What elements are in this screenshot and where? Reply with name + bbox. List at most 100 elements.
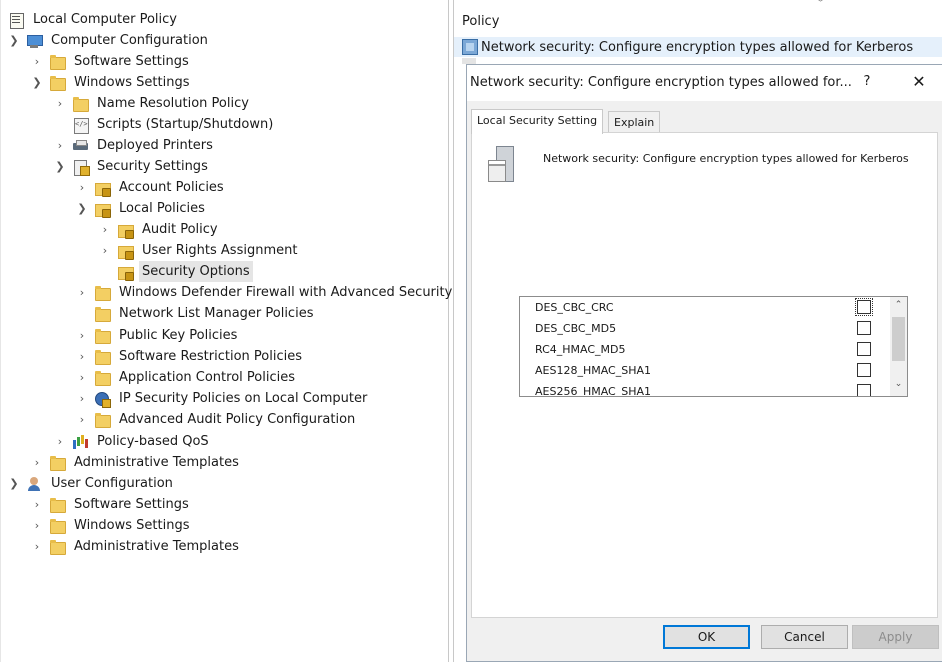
- tree-node-windows-settings[interactable]: ❯ Windows Settings: [31, 72, 192, 93]
- ok-button[interactable]: OK: [663, 625, 750, 649]
- chevron-down-icon[interactable]: ❯: [76, 198, 88, 219]
- tree-node-account-policies[interactable]: › Account Policies: [76, 177, 227, 198]
- tree-node-label: User Rights Assignment: [142, 243, 298, 258]
- console-tree: Local Computer Policy ❯ Computer Configu…: [0, 0, 452, 662]
- list-item-label: AES128_HMAC_SHA1: [535, 364, 652, 377]
- tree-node-label: Account Policies: [119, 180, 224, 195]
- chevron-right-icon[interactable]: ›: [99, 219, 111, 240]
- encryption-types-list[interactable]: DES_CBC_CRC DES_CBC_MD5 RC4_HMAC_MD5 AES…: [519, 296, 908, 397]
- chevron-right-icon[interactable]: ›: [76, 282, 88, 303]
- checkbox-des-cbc-crc[interactable]: [855, 298, 873, 316]
- chevron-right-icon[interactable]: ›: [76, 325, 88, 346]
- tab-local-security-setting[interactable]: Local Security Setting: [471, 109, 604, 134]
- locked-folder-icon: [117, 264, 134, 281]
- close-icon[interactable]: ✕: [909, 72, 929, 92]
- tree-node-label: Policy-based QoS: [97, 434, 209, 449]
- column-header-policy: Policy: [462, 14, 500, 29]
- chevron-right-icon[interactable]: ›: [31, 51, 43, 72]
- checkbox-aes256-hmac-sha1[interactable]: [857, 384, 871, 396]
- scroll-down-icon[interactable]: ⌄: [890, 376, 907, 393]
- scroll-up-icon[interactable]: ⌃: [890, 297, 907, 314]
- tree-node-label: Windows Defender Firewall with Advanced …: [119, 285, 453, 300]
- chevron-down-icon[interactable]: ❯: [54, 156, 66, 177]
- checkbox-des-cbc-md5[interactable]: [857, 321, 871, 335]
- bar-chart-icon: [72, 434, 89, 450]
- tree-node-software-restriction[interactable]: › Software Restriction Policies: [76, 346, 305, 367]
- checkbox-aes128-hmac-sha1[interactable]: [857, 363, 871, 377]
- folder-icon: [94, 328, 111, 344]
- chevron-down-icon[interactable]: ❯: [8, 473, 20, 494]
- folder-icon: [49, 518, 66, 534]
- tree-node-security-options[interactable]: Security Options: [99, 261, 253, 282]
- chevron-right-icon[interactable]: ›: [54, 93, 66, 114]
- chevron-down-icon[interactable]: ❯: [31, 72, 43, 93]
- tree-node-advanced-audit[interactable]: › Advanced Audit Policy Configuration: [76, 409, 358, 430]
- tree-node-network-list-manager[interactable]: Network List Manager Policies: [76, 303, 316, 324]
- tree-node-label: Deployed Printers: [97, 138, 213, 153]
- chevron-right-icon[interactable]: ›: [31, 494, 43, 515]
- computer-icon: [26, 33, 43, 49]
- tree-node-administrative-templates[interactable]: › Administrative Templates: [31, 452, 242, 473]
- tree-node-deployed-printers[interactable]: › Deployed Printers: [54, 135, 216, 156]
- tree-node-label: Security Settings: [97, 159, 208, 174]
- folder-icon: [49, 539, 66, 555]
- chevron-right-icon[interactable]: ›: [76, 367, 88, 388]
- column-header[interactable]: ﹀ Policy: [454, 0, 942, 35]
- tree-node-user-windows-settings[interactable]: › Windows Settings: [31, 515, 192, 536]
- tree-node-label: Administrative Templates: [74, 539, 239, 554]
- tree-node-label: Software Settings: [74, 54, 189, 69]
- chevron-right-icon[interactable]: ›: [76, 346, 88, 367]
- chevron-right-icon[interactable]: ›: [31, 452, 43, 473]
- chevron-right-icon[interactable]: ›: [54, 135, 66, 156]
- tree-node-application-control[interactable]: › Application Control Policies: [76, 367, 298, 388]
- cancel-button[interactable]: Cancel: [761, 625, 848, 649]
- tree-node-name-resolution-policy[interactable]: › Name Resolution Policy: [54, 93, 252, 114]
- tree-node-windows-defender-firewall[interactable]: › Windows Defender Firewall with Advance…: [76, 282, 455, 303]
- folder-icon: [94, 412, 111, 428]
- chevron-right-icon[interactable]: ›: [76, 177, 88, 198]
- tree-node-policy-based-qos[interactable]: › Policy-based QoS: [54, 431, 212, 452]
- chevron-right-icon[interactable]: ›: [31, 515, 43, 536]
- tree-node-label: Windows Settings: [74, 75, 190, 90]
- tree-node-local-policies[interactable]: ❯ Local Policies: [76, 198, 208, 219]
- tree-node-computer-configuration[interactable]: ❯ Computer Configuration: [8, 30, 211, 51]
- tree-node-label: Network List Manager Policies: [119, 306, 314, 321]
- tree-node-user-software-settings[interactable]: › Software Settings: [31, 494, 192, 515]
- tree-node-audit-policy[interactable]: › Audit Policy: [99, 219, 221, 240]
- tree-node-public-key-policies[interactable]: › Public Key Policies: [76, 325, 240, 346]
- tab-explain[interactable]: Explain: [608, 111, 661, 133]
- list-item-label: DES_CBC_MD5: [535, 322, 617, 335]
- chevron-right-icon[interactable]: ›: [54, 431, 66, 452]
- dialog-title-bar[interactable]: Network security: Configure encryption t…: [467, 65, 942, 101]
- vertical-scrollbar[interactable]: ⌃ ⌄: [890, 297, 907, 396]
- help-icon[interactable]: ?: [859, 74, 875, 92]
- tree-node-security-settings[interactable]: ❯ Security Settings: [54, 156, 211, 177]
- policy-row-selected[interactable]: Network security: Configure encryption t…: [454, 37, 942, 57]
- tree-node-user-administrative-templates[interactable]: › Administrative Templates: [31, 536, 242, 557]
- details-pane: ﹀ Policy Network security: Configure enc…: [453, 0, 942, 662]
- tree-node-label: Local Policies: [119, 201, 205, 216]
- user-icon: [26, 476, 43, 492]
- tree-node-scripts[interactable]: Scripts (Startup/Shutdown): [54, 114, 276, 135]
- chevron-down-icon[interactable]: ❯: [8, 30, 20, 51]
- folder-icon: [49, 54, 66, 70]
- tree-node-ip-security-policies[interactable]: › IP Security Policies on Local Computer: [76, 388, 370, 409]
- dialog-title: Network security: Configure encryption t…: [470, 75, 852, 90]
- apply-button[interactable]: Apply: [852, 625, 939, 649]
- chevron-right-icon[interactable]: ›: [76, 388, 88, 409]
- tree-node-label: Software Restriction Policies: [119, 349, 302, 364]
- tree-node-label: Software Settings: [74, 497, 189, 512]
- security-settings-icon: [72, 159, 90, 176]
- chevron-right-icon[interactable]: ›: [31, 536, 43, 557]
- tree-node-user-rights-assignment[interactable]: › User Rights Assignment: [99, 240, 300, 261]
- checkbox-rc4-hmac-md5[interactable]: [857, 342, 871, 356]
- tree-node-local-computer-policy[interactable]: Local Computer Policy: [8, 9, 180, 30]
- chevron-right-icon[interactable]: ›: [99, 240, 111, 261]
- tree-node-label: Public Key Policies: [119, 328, 238, 343]
- scrollbar-thumb[interactable]: [892, 317, 905, 361]
- chevron-right-icon[interactable]: ›: [76, 409, 88, 430]
- list-item-label: RC4_HMAC_MD5: [535, 343, 626, 356]
- tree-node-user-configuration[interactable]: ❯ User Configuration: [8, 473, 176, 494]
- tree-node-label: Application Control Policies: [119, 370, 295, 385]
- tree-node-software-settings[interactable]: › Software Settings: [31, 51, 192, 72]
